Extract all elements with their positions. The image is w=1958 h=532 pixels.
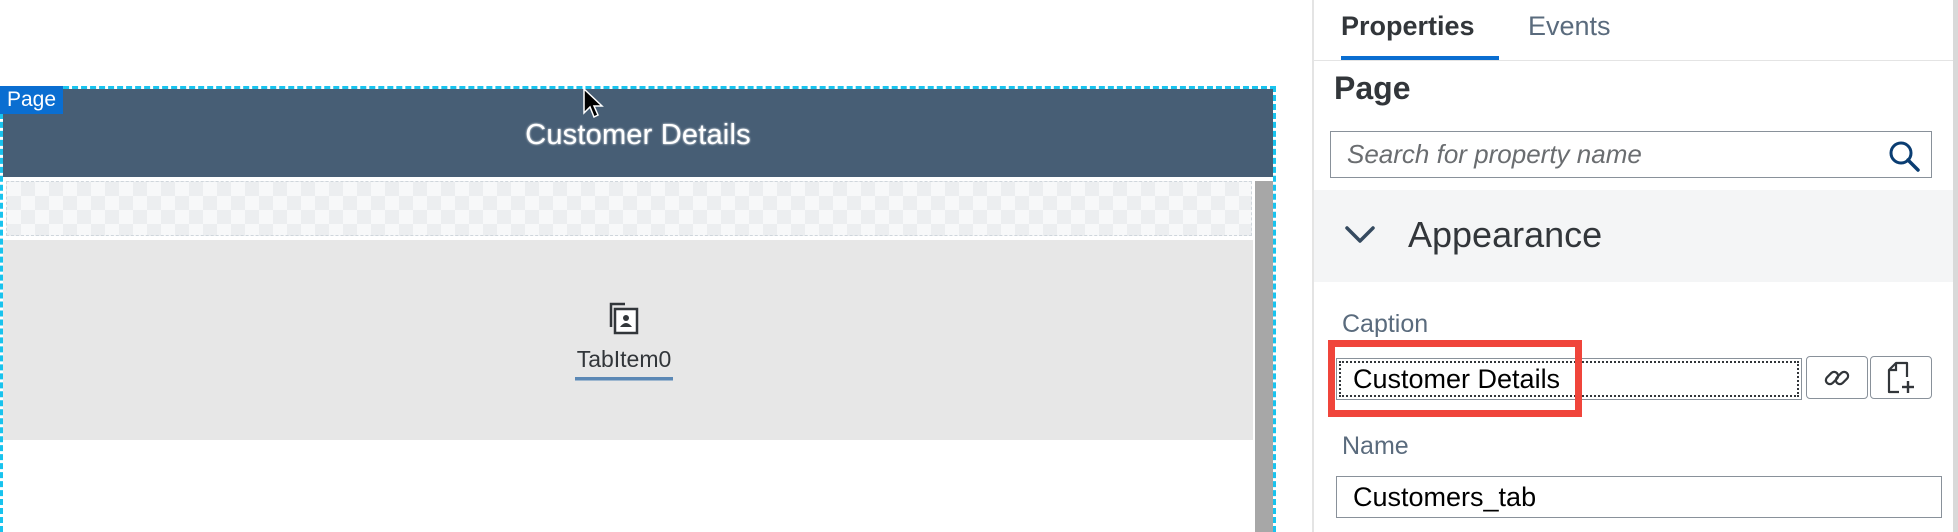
new-binding-button[interactable] <box>1870 356 1932 399</box>
panel-scrollbar[interactable] <box>1953 0 1958 532</box>
annotation-highlight-box <box>1328 340 1582 417</box>
appearance-group-header[interactable]: Appearance <box>1314 190 1953 282</box>
name-label: Name <box>1342 432 1409 460</box>
new-file-icon <box>1887 361 1914 393</box>
search-icon[interactable] <box>1887 139 1921 173</box>
tab-events[interactable]: Events <box>1528 0 1611 56</box>
mouse-cursor-icon <box>583 88 604 119</box>
tab-item-icon <box>609 302 639 335</box>
panel-tabs: Properties Events <box>1314 0 1953 61</box>
tab-item-selected-indicator <box>575 377 673 381</box>
page-header[interactable]: Customer Details <box>3 89 1273 177</box>
tab-properties[interactable]: Properties <box>1341 0 1499 60</box>
drop-zone[interactable] <box>6 181 1252 236</box>
caption-label: Caption <box>1342 310 1429 338</box>
appearance-group-title: Appearance <box>1408 214 1603 255</box>
bind-button[interactable] <box>1806 356 1868 399</box>
page-badge: Page <box>0 86 64 114</box>
tab-item-label: TabItem0 <box>576 346 672 372</box>
design-canvas[interactable]: Customer Details Page TabItem0 <box>0 0 1312 532</box>
section-title: Page <box>1334 70 1411 106</box>
tab-item[interactable]: TabItem0 <box>574 300 674 381</box>
link-icon <box>1824 370 1850 385</box>
chevron-down-icon[interactable] <box>1344 224 1376 246</box>
name-field <box>1336 476 1942 518</box>
property-search <box>1330 131 1932 178</box>
properties-panel: Properties Events Page Appearance Captio… <box>1312 0 1953 532</box>
canvas-scrollbar[interactable] <box>1255 181 1273 532</box>
page-title: Customer Details <box>525 118 751 151</box>
search-input[interactable] <box>1331 132 1887 177</box>
name-input[interactable] <box>1337 477 1941 517</box>
